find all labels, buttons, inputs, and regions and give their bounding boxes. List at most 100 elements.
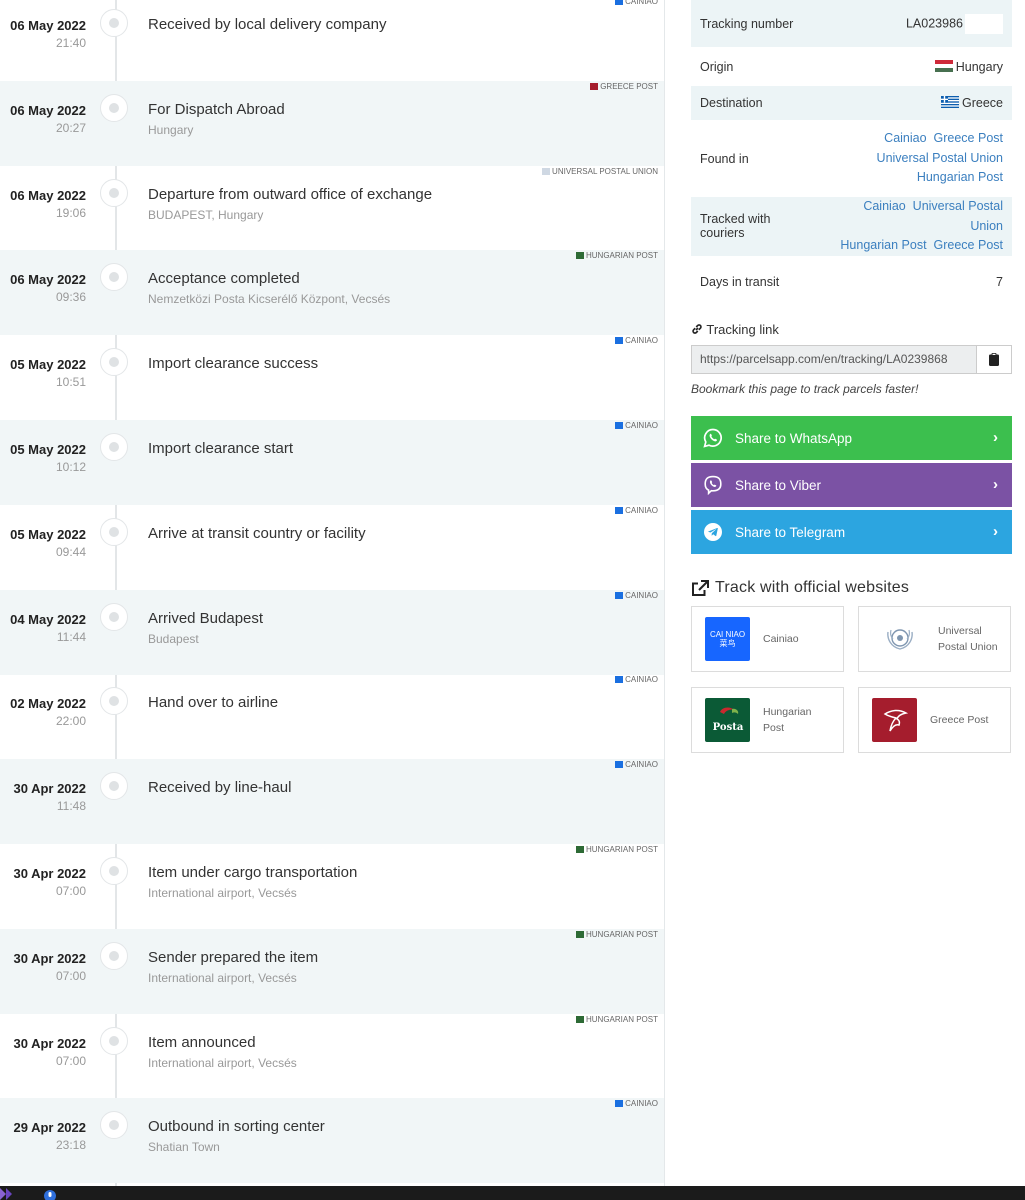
timeline-dot-icon [100, 348, 128, 377]
share-whatsapp-button[interactable]: Share to WhatsApp › [691, 416, 1012, 460]
official-card-hungarian-post[interactable]: Posta Hungarian Post [691, 687, 844, 753]
found-in-link-greece-post[interactable]: Greece Post [934, 131, 1003, 145]
share-viber-button[interactable]: Share to Viber › [691, 463, 1012, 507]
carrier-badge: GREECE POST [590, 82, 658, 91]
event-location: BUDAPEST, Hungary [148, 207, 264, 222]
found-in-link-hungarian-post[interactable]: Hungarian Post [917, 170, 1003, 184]
event-time: 20:27 [55, 120, 86, 135]
tracking-number-value: LA023986 [905, 15, 963, 30]
share-telegram-label: Share to Telegram [735, 524, 846, 540]
official-card-upu[interactable]: Universal Postal Union [858, 606, 1011, 672]
event-title: Import clearance success [148, 355, 319, 373]
carrier-logo-icon [542, 167, 551, 175]
carrier-name: GREECE POST [600, 81, 658, 91]
tracking-number-label: Tracking number [691, 0, 819, 47]
carrier-name: CAINIAO [625, 1099, 658, 1109]
tracked-with-link-hungarian-post[interactable]: Hungarian Post [840, 238, 926, 252]
carrier-name: HUNGARIAN POST [585, 1014, 658, 1024]
found-in-label: Found in [700, 151, 749, 166]
event-date: 30 Apr 2022 [13, 866, 86, 881]
origin-value: Hungary [955, 59, 1003, 74]
official-card-cainiao[interactable]: CAI NIAO 菜鸟 Cainiao [691, 606, 844, 672]
tracking-timeline: 06 May 2022 21:40 Received by local delive… [0, 0, 665, 1186]
event-location: International airport, Vecsés [148, 970, 297, 985]
whatsapp-icon [703, 428, 722, 448]
timeline-dot-icon [100, 941, 128, 970]
carrier-name: CAINIAO [625, 0, 658, 6]
tracking-link-box: https://parcelsapp.com/en/tracking/LA023… [691, 345, 1012, 374]
event-time: 10:51 [55, 375, 86, 390]
event-title: Hand over to airline [148, 694, 279, 712]
event-date: 06 May 2022 [10, 187, 86, 203]
timeline-event: 05 May 2022 10:12 Import clearance start CA… [0, 420, 664, 505]
tracking-link-label: Tracking link [706, 322, 779, 337]
event-title: Import clearance start [148, 440, 294, 457]
event-title: Arrive at transit country or facility [148, 524, 366, 542]
tracked-with-link-greece-post[interactable]: Greece Post [934, 238, 1003, 252]
event-date: 29 Apr 2022 [13, 1120, 86, 1136]
carrier-logo-icon [615, 337, 624, 345]
event-title: For Dispatch Abroad [148, 100, 285, 118]
timeline-event: 30 Apr 2022 07:00 Item under cargo transpo… [0, 844, 664, 929]
event-date: 05 May 2022 [10, 357, 86, 373]
official-websites-title: Track with official websites [715, 579, 910, 596]
tracked-with-link-cainiao[interactable]: Cainiao [863, 199, 905, 213]
share-telegram-button[interactable]: Share to Telegram › [691, 510, 1012, 554]
destination-label: Destination [691, 86, 819, 120]
carrier-badge: CAINIAO [615, 506, 658, 515]
event-time: 07:00 [55, 1053, 86, 1068]
hungary-flag-icon [934, 59, 953, 72]
tracking-link-input[interactable]: https://parcelsapp.com/en/tracking/LA023… [691, 345, 977, 374]
event-location: Shatian Town [148, 1140, 220, 1155]
event-title: Arrived Budapest [148, 609, 264, 627]
origin-label: Origin [700, 59, 734, 74]
event-time: 09:36 [55, 290, 86, 305]
row-tracked-with: Tracked with couriers Cainiao Universal … [691, 197, 1012, 256]
found-in-link-cainiao[interactable]: Cainiao [884, 131, 926, 145]
event-title: Item announced [148, 1033, 256, 1051]
carrier-logo-icon [575, 1015, 584, 1023]
event-time: 07:00 [55, 884, 86, 898]
carrier-badge: HUNGARIAN POST [575, 930, 658, 939]
event-date: 04 May 2022 [10, 611, 86, 627]
event-date: 30 Apr 2022 [13, 1035, 86, 1051]
link-icon [692, 324, 702, 334]
chevron-right-icon: › [993, 523, 998, 540]
event-date: 02 May 2022 [10, 696, 86, 712]
event-title: Outbound in sorting center [148, 1118, 325, 1136]
timeline-event: 05 May 2022 09:44 Arrive at transit countr… [0, 505, 664, 590]
event-location: Nemzetközi Posta Kicserélő Központ, Vecs… [148, 292, 391, 307]
timeline-event: 30 Apr 2022 07:00 Sender prepared the item… [0, 928, 664, 1014]
carrier-badge: CAINIAO [615, 760, 658, 769]
timeline-dot-icon [100, 772, 128, 801]
carrier-logo-icon [615, 761, 624, 769]
carrier-name: CAINIAO [625, 590, 658, 600]
found-in-link-upu[interactable]: Universal Postal Union [877, 151, 1003, 165]
destination-value: Greece [962, 96, 1003, 110]
event-location: Budapest [148, 631, 199, 646]
days-label: Days in transit [700, 274, 780, 289]
event-date: 05 May 2022 [10, 526, 86, 542]
timeline-dot-icon [100, 1111, 128, 1140]
clipboard-icon [989, 353, 999, 366]
tracked-with-link-upu[interactable]: Universal Postal Union [913, 199, 1003, 233]
event-date: 06 May 2022 [10, 18, 86, 33]
timeline-event: 30 Apr 2022 07:00 Item announced Internatio… [0, 1014, 664, 1099]
event-date: 05 May 2022 [10, 442, 86, 457]
carrier-badge: HUNGARIAN POST [575, 251, 658, 260]
carrier-logo-icon [615, 1100, 624, 1108]
timeline-dot-icon [100, 9, 128, 37]
event-date: 06 May 2022 [10, 102, 86, 118]
redacted-mask [965, 13, 1003, 34]
event-time: 11:48 [56, 799, 86, 814]
carrier-badge: HUNGARIAN POST [575, 1014, 658, 1024]
carrier-name: CAINIAO [625, 505, 658, 515]
timeline-dot-icon [100, 857, 128, 885]
timeline-event: 29 Apr 2022 23:18 Outbound in sorting cent… [0, 1098, 664, 1184]
share-viber-label: Share to Viber [735, 477, 822, 493]
tracking-link-heading: Tracking link [691, 322, 779, 337]
event-title: Departure from outward office of exchang… [148, 185, 433, 203]
official-card-greece-post[interactable]: Greece Post [858, 687, 1011, 753]
greece-post-logo [872, 698, 917, 742]
copy-link-button[interactable] [977, 345, 1012, 374]
